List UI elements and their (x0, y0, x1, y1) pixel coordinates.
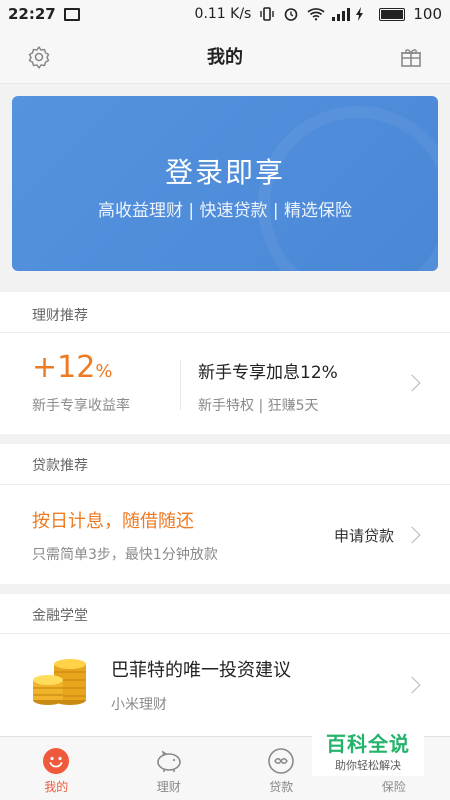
login-subtitle: 高收益理财 | 快速贷款 | 精选保险 (97, 201, 353, 221)
gift-icon[interactable] (398, 44, 424, 70)
academy-section-title: 金融学堂 (32, 608, 88, 624)
tab-label: 理财 (156, 780, 181, 794)
finance-section-title: 理财推荐 (32, 308, 88, 324)
loan-desc: 只需简单3步，最快1分钟放款 (32, 547, 218, 563)
gold-coins-icon (30, 650, 88, 706)
rate-label: 新手专享收益率 (32, 398, 130, 414)
loan-section-title: 贷款推荐 (32, 458, 88, 474)
divider (0, 484, 450, 485)
watermark-sub: 助你轻松解决 (335, 758, 401, 772)
loan-title: 按日计息，随借随还 (32, 511, 194, 532)
battery-icon (379, 7, 406, 21)
product-desc: 新手特权 | 狂赚5天 (198, 398, 319, 414)
apply-loan-button[interactable]: 申请贷款 (334, 525, 394, 546)
tab-label: 贷款 (269, 780, 294, 794)
tab-finance[interactable]: 理财 (113, 737, 226, 800)
loan-coin-icon (267, 747, 295, 775)
watermark: 百科全说 助你轻松解决 (312, 724, 424, 776)
piggy-bank-icon (155, 747, 183, 775)
status-time: 22:27 (8, 5, 56, 23)
settings-gear-icon[interactable] (26, 44, 52, 70)
rate-number: +12 (32, 350, 96, 385)
watermark-main: 百科全说 (326, 731, 410, 756)
page-title: 我的 (207, 46, 243, 68)
login-banner[interactable]: 登录即享 高收益理财 | 快速贷款 | 精选保险 (12, 96, 438, 271)
wifi-icon (307, 7, 325, 21)
article-source: 小米理财 (111, 697, 167, 713)
network-speed: 0.11 K/s (194, 6, 252, 22)
status-bar: 22:27 0.11 K/s 100 (0, 0, 450, 28)
divider (0, 633, 450, 634)
tab-mine[interactable]: 我的 (0, 737, 113, 800)
tab-label: 我的 (44, 780, 69, 794)
alarm-icon (283, 7, 299, 21)
smiley-icon (42, 747, 70, 775)
article-title[interactable]: 巴菲特的唯一投资建议 (111, 656, 291, 682)
charging-icon (355, 7, 371, 21)
notification-icon (63, 7, 80, 21)
product-title: 新手专享加息12% (198, 363, 338, 383)
vertical-divider (180, 360, 181, 410)
tab-label: 保险 (381, 780, 406, 794)
rate-unit: % (95, 361, 113, 382)
battery-level: 100 (413, 5, 442, 23)
vibrate-icon (259, 7, 275, 21)
rate-value: +12% (32, 350, 112, 385)
app-header: 我的 (0, 28, 450, 84)
signal-icon (331, 7, 351, 21)
login-title: 登录即享 (164, 156, 285, 189)
